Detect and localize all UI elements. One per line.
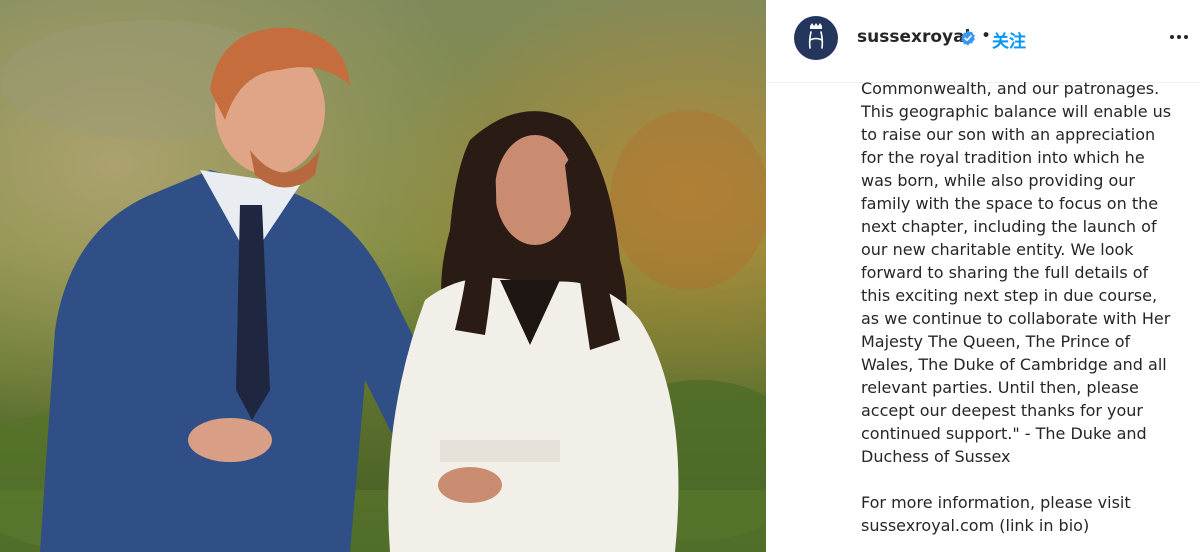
caption-link-paragraph: For more information, please visit susse… [861, 493, 1131, 535]
instagram-post: sussexroyal • 关注 Commonwealth, and our p… [0, 0, 1200, 552]
verified-badge-icon [961, 30, 975, 46]
more-dot [1184, 35, 1188, 39]
post-photo[interactable] [0, 0, 766, 552]
post-header: sussexroyal • 关注 [766, 0, 1200, 83]
header-separator: • [981, 26, 992, 46]
more-dot [1170, 35, 1174, 39]
follow-button[interactable]: 关注 [992, 27, 1026, 52]
username[interactable]: sussexroyal [857, 27, 970, 47]
post-caption: Commonwealth, and our patronages. This g… [861, 77, 1191, 537]
caption-paragraph: Commonwealth, and our patronages. This g… [861, 79, 1172, 466]
monogram-h-icon [808, 23, 824, 49]
more-options-icon[interactable] [1170, 27, 1192, 47]
more-dot [1177, 35, 1181, 39]
monogram-h-avatar[interactable] [794, 16, 838, 60]
couple-photo-illustration [0, 0, 766, 552]
post-side-panel: sussexroyal • 关注 Commonwealth, and our p… [766, 0, 1200, 552]
